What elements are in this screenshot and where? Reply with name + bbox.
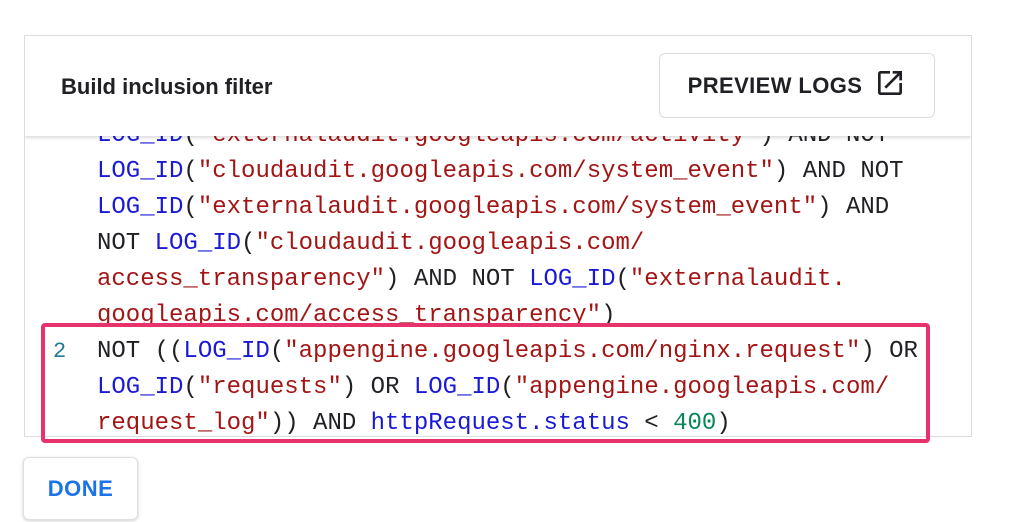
code-token: ( — [615, 266, 630, 293]
code-token: "externalaudit. — [629, 266, 846, 293]
code-token: "appengine.googleapis.com/ — [514, 374, 890, 401]
code-token: ( — [183, 158, 198, 185]
done-button[interactable]: DONE — [23, 457, 138, 520]
code-token: LOG_ID — [97, 194, 184, 221]
code-token: googleapis.com/access_transparency" — [97, 302, 602, 329]
open-in-new-icon — [874, 67, 906, 104]
code-token: NOT — [97, 230, 155, 257]
code-line: NOT LOG_ID("cloudaudit.googleapis.com/ — [97, 226, 644, 262]
code-token: LOG_ID — [97, 158, 184, 185]
code-token: < — [629, 410, 674, 437]
preview-logs-button[interactable]: PREVIEW LOGS — [659, 53, 935, 118]
code-token: ( — [241, 230, 256, 257]
code-token: "externalaudit.googleapis.com/system_eve… — [197, 194, 818, 221]
code-token: ) — [716, 410, 731, 437]
code-line: googleapis.com/access_transparency") — [97, 298, 616, 334]
code-token: ) AND NOT — [773, 158, 904, 185]
code-token: ( — [183, 194, 198, 221]
code-token: ( — [269, 338, 285, 365]
code-token: NOT (( — [97, 338, 184, 365]
code-token: access_transparency" — [97, 266, 386, 293]
preview-logs-label: PREVIEW LOGS — [687, 72, 863, 98]
done-label: DONE — [47, 475, 114, 501]
code-token: ) AND — [817, 194, 890, 221]
code-token: LOG_ID — [154, 230, 242, 257]
code-token: ( — [500, 374, 515, 401]
code-token: "requests" — [197, 374, 342, 401]
line-number: 2 — [53, 339, 67, 364]
code-token: LOG_ID — [97, 374, 184, 401]
code-token: httpRequest.status — [370, 410, 630, 437]
code-token: ) AND NOT — [385, 266, 530, 293]
page-title: Build inclusion filter — [61, 74, 273, 99]
code-token: ) OR — [860, 338, 918, 365]
code-token: ) OR — [341, 374, 414, 401]
code-line: LOG_ID("requests") OR LOG_ID("appengine.… — [97, 370, 889, 406]
code-token: ( — [183, 374, 198, 401]
code-token: )) AND — [269, 410, 371, 437]
code-line: access_transparency") AND NOT LOG_ID("ex… — [97, 262, 846, 298]
code-token: LOG_ID — [183, 338, 270, 365]
code-token: "cloudaudit.googleapis.com/system_event" — [197, 158, 774, 185]
code-token: "cloudaudit.googleapis.com/ — [255, 230, 645, 257]
filter-panel: LOG_ID("externalaudit.googleapis.com/act… — [24, 35, 972, 437]
panel-header: Build inclusion filter PREVIEW LOGS — [25, 36, 971, 136]
code-token: request_log" — [97, 410, 270, 437]
code-line: LOG_ID("externalaudit.googleapis.com/sys… — [97, 190, 889, 226]
code-token: "appengine.googleapis.com/nginx.request" — [284, 338, 861, 365]
code-token: ) — [601, 302, 616, 329]
code-token: 400 — [673, 410, 717, 437]
code-line: LOG_ID("cloudaudit.googleapis.com/system… — [97, 154, 904, 190]
code-line: request_log")) AND httpRequest.status < … — [97, 406, 731, 437]
code-token: LOG_ID — [413, 374, 501, 401]
code-line: NOT ((LOG_ID("appengine.googleapis.com/n… — [97, 334, 918, 370]
code-token: LOG_ID — [529, 266, 616, 293]
